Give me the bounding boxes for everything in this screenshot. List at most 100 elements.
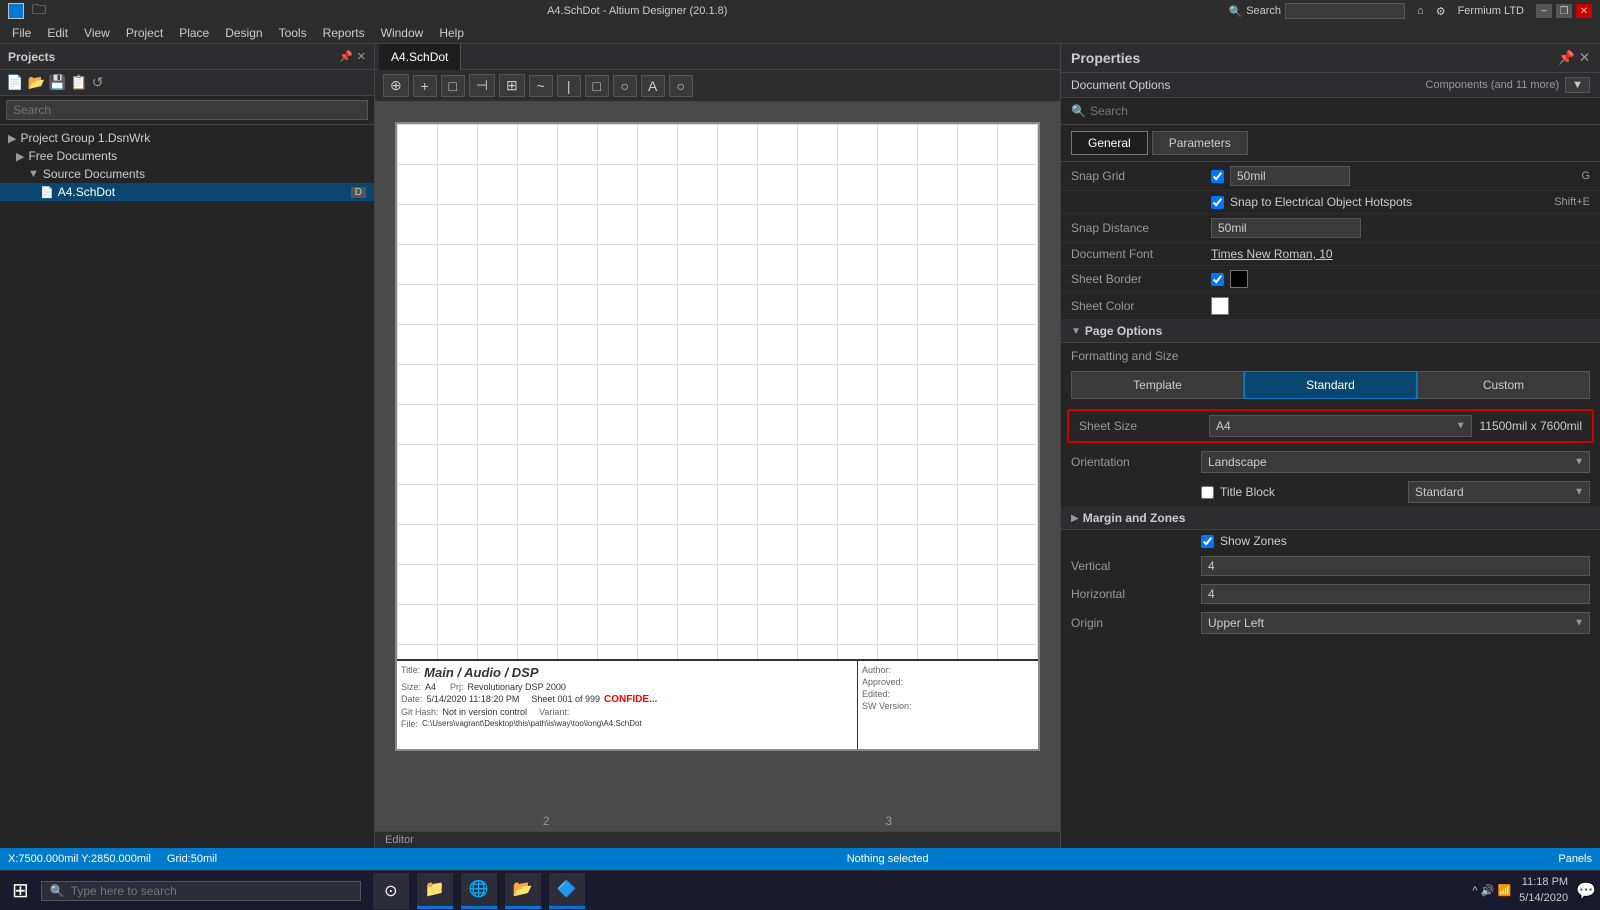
props-tabs: General Parameters	[1061, 125, 1600, 162]
task-explorer-btn[interactable]: 📁	[417, 873, 453, 909]
snap-distance-label: Snap Distance	[1071, 221, 1211, 235]
header-settings-icon[interactable]: ⚙	[1436, 5, 1446, 18]
menu-edit[interactable]: Edit	[39, 24, 76, 42]
main-area: Projects 📌 ✕ 📄 📂 💾 📋 ↺ ▶ Project Group 1…	[0, 44, 1600, 848]
title-block: Title: Main / Audio / DSP Size: A4 Prj: …	[397, 659, 1038, 749]
formatting-size-label: Formatting and Size	[1061, 343, 1600, 365]
snap-electrical-checkbox[interactable]	[1211, 196, 1224, 209]
canvas-tab-a4[interactable]: A4.SchDot	[379, 44, 461, 70]
sheet-border-checkbox[interactable]	[1211, 273, 1224, 286]
show-zones-text: Show Zones	[1220, 534, 1287, 548]
snap-grid-input[interactable]	[1230, 166, 1350, 186]
toolbar-refresh-btn[interactable]: ↺	[92, 74, 104, 91]
props-search-input[interactable]	[1090, 104, 1590, 118]
margin-zones-section[interactable]: ▶ Margin and Zones	[1061, 507, 1600, 530]
show-zones-checkbox[interactable]	[1201, 535, 1214, 548]
task-files-btn[interactable]: 📂	[505, 873, 541, 909]
standard-button[interactable]: Standard	[1244, 371, 1417, 399]
project-tree: ▶ Project Group 1.DsnWrk ▶ Free Document…	[0, 125, 374, 848]
custom-button[interactable]: Custom	[1417, 371, 1590, 399]
file-value: C:\Users\vagrant\Desktop\this\path\is\wa…	[422, 719, 642, 729]
restore-button[interactable]: ❐	[1556, 4, 1572, 18]
props-pin-btn[interactable]: 📌	[1558, 50, 1575, 66]
nothing-selected: Nothing selected	[233, 853, 1542, 865]
snap-grid-checkbox[interactable]	[1211, 170, 1224, 183]
tree-a4-schematic[interactable]: 📄 A4.SchDot D	[0, 183, 374, 201]
size-value: A4	[425, 682, 436, 692]
filter-button[interactable]: ▼	[1565, 77, 1590, 93]
start-button[interactable]: ⊞	[4, 874, 37, 907]
snap-distance-input[interactable]	[1211, 218, 1361, 238]
menu-window[interactable]: Window	[373, 24, 432, 42]
projects-search-input[interactable]	[6, 100, 368, 120]
projects-panel: Projects 📌 ✕ 📄 📂 💾 📋 ↺ ▶ Project Group 1…	[0, 44, 375, 848]
page-options-title: Page Options	[1085, 324, 1162, 338]
title-search-input[interactable]	[1285, 3, 1405, 19]
orientation-label: Orientation	[1071, 455, 1201, 469]
notification-button[interactable]: 💬	[1576, 881, 1596, 901]
toolbar-open-btn[interactable]: 📂	[27, 74, 44, 91]
tool-circle-btn[interactable]: ○	[613, 75, 637, 97]
sheet-border-label: Sheet Border	[1071, 272, 1211, 286]
tool-cross-btn[interactable]: ⊕	[383, 74, 409, 97]
header-home-icon[interactable]: ⌂	[1417, 5, 1424, 17]
sheet-color-swatch[interactable]	[1211, 297, 1229, 315]
horizontal-input[interactable]	[1201, 584, 1590, 604]
template-button[interactable]: Template	[1071, 371, 1244, 399]
git-value: Not in version control	[443, 707, 528, 717]
menu-design[interactable]: Design	[217, 24, 270, 42]
tree-free-documents[interactable]: ▶ Free Documents	[0, 147, 374, 165]
tool-plus-btn[interactable]: +	[413, 75, 437, 97]
editor-label-text: Editor	[385, 834, 414, 846]
menu-file[interactable]: File	[4, 24, 39, 42]
task-icons: ⊙ 📁 🌐 📂 🔷	[373, 873, 585, 909]
tool-bus-btn[interactable]: ~	[529, 75, 553, 97]
origin-label: Origin	[1071, 616, 1201, 630]
menu-help[interactable]: Help	[431, 24, 472, 42]
tab-parameters[interactable]: Parameters	[1152, 131, 1248, 155]
menu-tools[interactable]: Tools	[271, 24, 315, 42]
minimize-button[interactable]: −	[1536, 4, 1552, 18]
origin-select[interactable]: Upper Left Upper Right Lower Left Lower …	[1201, 612, 1590, 634]
tool-power-btn[interactable]: ○	[669, 75, 693, 97]
task-cortana-btn[interactable]: ⊙	[373, 873, 409, 909]
folder-icon: ▶	[16, 150, 24, 163]
tool-rect-btn[interactable]: □	[441, 75, 465, 97]
tree-source-documents[interactable]: ▼ Source Documents	[0, 165, 374, 183]
panel-close-button[interactable]: ✕	[357, 50, 366, 63]
toolbar-saveas-btn[interactable]: 📋	[70, 74, 87, 91]
props-close-btn[interactable]: ✕	[1579, 50, 1590, 66]
size-label: Size:	[401, 682, 421, 692]
menu-view[interactable]: View	[76, 24, 118, 42]
panel-pin-button[interactable]: 📌	[339, 50, 353, 63]
close-button[interactable]: ✕	[1576, 4, 1592, 18]
tab-general[interactable]: General	[1071, 131, 1148, 155]
toolbar-new-btn[interactable]: 📄	[6, 74, 23, 91]
orientation-select[interactable]: Landscape Portrait	[1201, 451, 1590, 473]
toolbar-save-btn[interactable]: 💾	[49, 74, 66, 91]
sheet-color-label: Sheet Color	[1071, 299, 1211, 313]
tree-project-group[interactable]: ▶ Project Group 1.DsnWrk	[0, 129, 374, 147]
vertical-input[interactable]	[1201, 556, 1590, 576]
canvas-content[interactable]: Title: Main / Audio / DSP Size: A4 Prj: …	[375, 102, 1060, 831]
title-block-checkbox[interactable]	[1201, 486, 1214, 499]
tool-wire-btn[interactable]: ⊣	[469, 74, 495, 97]
title-block-select[interactable]: Standard None	[1408, 481, 1590, 503]
panels-button[interactable]: Panels	[1558, 853, 1592, 865]
file-icon: 📄	[40, 186, 54, 199]
taskbar-search-input[interactable]	[71, 884, 352, 898]
task-edge-btn[interactable]: 🌐	[461, 873, 497, 909]
tree-a4-label: A4.SchDot	[58, 185, 115, 199]
tool-port-btn[interactable]: |	[557, 75, 581, 97]
tool-junction-btn[interactable]: ⊞	[499, 74, 525, 97]
menu-place[interactable]: Place	[171, 24, 217, 42]
tool-box-btn[interactable]: □	[585, 75, 609, 97]
title-block-right: Author: Approved: Edited: SW Version:	[858, 661, 1038, 749]
sheet-size-select[interactable]: A4 A3 A2 A1 A0 Letter	[1209, 415, 1472, 437]
sheet-border-color[interactable]	[1230, 270, 1248, 288]
menu-project[interactable]: Project	[118, 24, 171, 42]
tool-text-btn[interactable]: A	[641, 75, 665, 97]
page-options-section[interactable]: ▼ Page Options	[1061, 320, 1600, 343]
task-altium-btn[interactable]: 🔷	[549, 873, 585, 909]
menu-reports[interactable]: Reports	[315, 24, 373, 42]
